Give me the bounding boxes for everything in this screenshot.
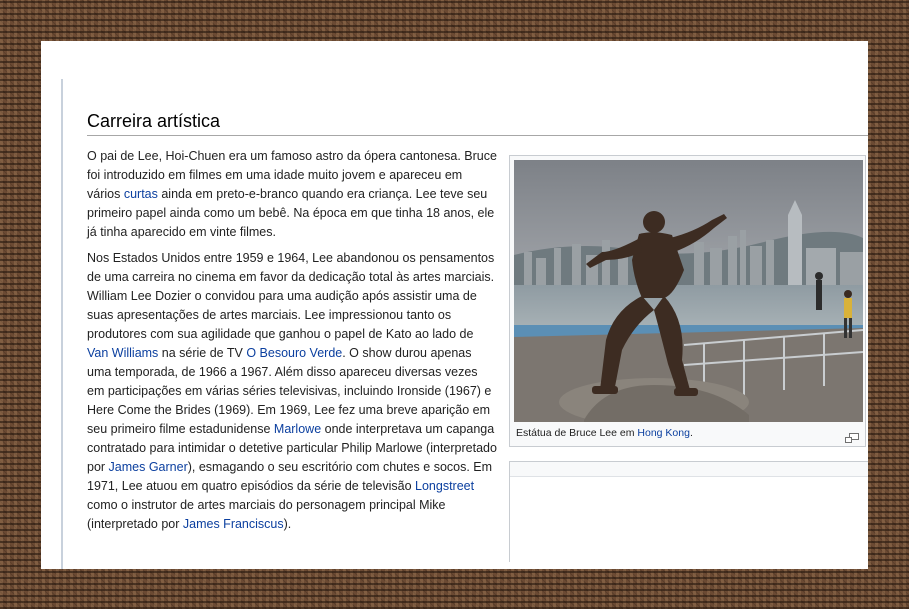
statue-photo[interactable] (514, 160, 863, 422)
link-james-garner[interactable]: James Garner (109, 460, 188, 474)
link-longstreet[interactable]: Longstreet (415, 479, 474, 493)
link-van-williams[interactable]: Van Williams (87, 346, 158, 360)
paragraph-2: Nos Estados Unidos entre 1959 e 1964, Le… (87, 249, 497, 534)
article-panel: Carreira artística O pai de Lee, Hoi-Chu… (41, 41, 868, 569)
text-span: ). (283, 517, 292, 531)
link-marlowe[interactable]: Marlowe (274, 422, 321, 436)
article-body: O pai de Lee, Hoi-Chuen era um famoso as… (87, 147, 497, 541)
link-james-franciscus[interactable]: James Franciscus (183, 517, 284, 531)
text-span: na série de TV (158, 346, 247, 360)
text-span: Nos Estados Unidos entre 1959 e 1964, Le… (87, 251, 495, 341)
next-infobox (509, 461, 868, 562)
section-heading: Carreira artística (87, 111, 868, 136)
caption-text: Estátua de Bruce Lee em (516, 427, 638, 439)
paragraph-1: O pai de Lee, Hoi-Chuen era um famoso as… (87, 147, 497, 242)
caption-end: . (689, 427, 693, 439)
link-curtas[interactable]: curtas (124, 187, 158, 201)
link-o-besouro-verde[interactable]: O Besouro Verde (246, 346, 342, 360)
thumbnail-caption: Estátua de Bruce Lee em Hong Kong. (516, 425, 836, 441)
next-infobox-header (510, 462, 868, 477)
thumbnail-box: Estátua de Bruce Lee em Hong Kong. (509, 155, 866, 447)
statue-photo-drawing (514, 160, 863, 422)
magnify-icon[interactable] (845, 428, 859, 447)
magnify-icon-shape (845, 433, 859, 443)
content-left-border (61, 79, 63, 569)
link-hong-kong[interactable]: Hong Kong (637, 427, 690, 439)
